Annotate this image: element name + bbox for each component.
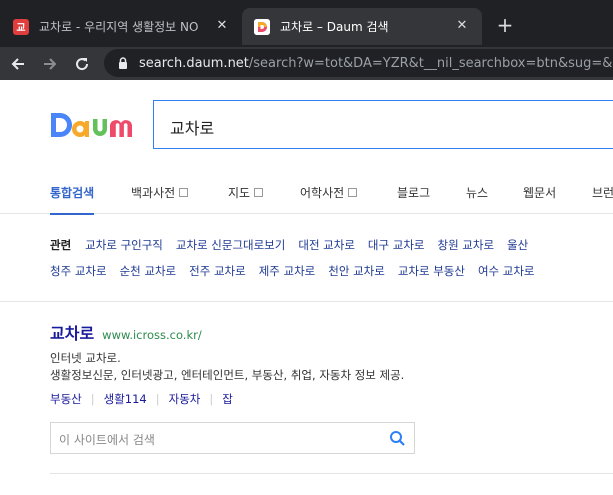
sitelink-car[interactable]: 자동차 xyxy=(169,392,201,406)
result-divider xyxy=(50,473,613,474)
search-icon[interactable] xyxy=(389,430,406,447)
browser-tab-active[interactable]: 교차로 – Daum 검색 ✕ xyxy=(242,8,482,45)
tab-web-docs[interactable]: 웹문서 xyxy=(523,170,556,214)
related-keyword[interactable]: 순천 교차로 xyxy=(120,264,177,278)
close-tab-icon[interactable]: ✕ xyxy=(454,18,470,34)
new-window-checkbox-icon xyxy=(348,187,358,197)
search-result-site: 교차로 www.icross.co.kr/ 인터넷 교차로. 생활정보신문, 인터… xyxy=(50,320,613,454)
lock-icon xyxy=(119,57,127,69)
related-row-2: 청주 교차로 순천 교차로 전주 교차로 제주 교차로 천안 교차로 교차로 부동산 여수 … xyxy=(50,263,548,279)
tab-title: 교차로 – Daum 검색 xyxy=(280,20,389,34)
new-tab-plus-icon[interactable]: + xyxy=(494,14,516,36)
tab-news[interactable]: 뉴스 xyxy=(466,170,488,214)
result-title-link[interactable]: 교차로 xyxy=(50,324,94,343)
related-label: 관련 xyxy=(50,238,72,252)
result-description: 인터넷 교차로. 생활정보신문, 인터넷광고, 엔터테인먼트, 부동산, 취업,… xyxy=(50,351,405,382)
related-keyword[interactable]: 교차로 구인구직 xyxy=(85,238,163,252)
address-bar[interactable]: search.daum.net/search?w=tot&DA=YZR&t__n… xyxy=(104,49,613,77)
sitelink-realestate[interactable]: 부동산 xyxy=(50,392,82,406)
sitelink-job[interactable]: 잡 xyxy=(222,392,233,406)
related-keyword[interactable]: 대전 교차로 xyxy=(298,238,355,252)
search-query-text: 교차로 xyxy=(170,119,215,138)
search-input[interactable]: 교차로 xyxy=(153,100,613,149)
related-keyword[interactable]: 교차로 신문그대로보기 xyxy=(176,238,285,252)
related-keyword[interactable]: 천안 교차로 xyxy=(328,264,385,278)
related-keyword[interactable]: 대구 교차로 xyxy=(368,238,425,252)
search-category-tabs: 통합검색 백과사전 지도 어학사전 블로그 뉴스 웹문서 브런 xyxy=(0,170,613,215)
related-keyword[interactable]: 전주 교차로 xyxy=(189,264,246,278)
related-keyword[interactable]: 제주 교차로 xyxy=(259,264,316,278)
site-search-placeholder: 이 사이트에서 검색 xyxy=(59,433,155,447)
tab-blog[interactable]: 블로그 xyxy=(397,170,430,214)
close-tab-icon[interactable]: ✕ xyxy=(214,18,230,34)
related-keyword[interactable]: 여수 교차로 xyxy=(478,264,535,278)
result-header: 교차로 www.icross.co.kr/ xyxy=(50,320,613,344)
url-text: search.daum.net/search?w=tot&DA=YZR&t__n… xyxy=(139,55,613,71)
related-keyword[interactable]: 울산 xyxy=(507,238,528,252)
daum-search-page: 교차로 통합검색 백과사전 지도 어학사전 블로그 뉴스 웹문서 브런 관련교차… xyxy=(0,80,613,495)
related-searches: 관련 교차로 구인구직 교차로 신문그대로보기 대전 교차로 대구 교차로 창원 교차로 울… xyxy=(0,215,613,302)
tab-encyclopedia[interactable]: 백과사전 xyxy=(131,170,189,214)
kyochario-favicon-icon: 교 xyxy=(13,18,29,35)
related-keyword[interactable]: 교차로 부동산 xyxy=(398,264,465,278)
daum-favicon-icon xyxy=(254,18,270,35)
sitelink-life114[interactable]: 생활114 xyxy=(104,392,147,406)
site-search-input[interactable]: 이 사이트에서 검색 xyxy=(50,422,415,454)
tab-brunch[interactable]: 브런 xyxy=(592,170,613,214)
forward-arrow-icon[interactable] xyxy=(37,51,63,77)
tab-dictionary[interactable]: 어학사전 xyxy=(300,170,358,214)
related-keyword[interactable]: 창원 교차로 xyxy=(437,238,494,252)
new-window-checkbox-icon xyxy=(179,187,189,197)
back-arrow-icon[interactable] xyxy=(5,51,31,77)
related-keyword[interactable]: 청주 교차로 xyxy=(50,264,107,278)
new-window-checkbox-icon xyxy=(254,187,264,197)
tab-map[interactable]: 지도 xyxy=(228,170,264,214)
result-url[interactable]: www.icross.co.kr/ xyxy=(102,328,202,342)
browser-tab-strip: 교 교차로 - 우리지역 생활정보 NO ✕ 교차로 – Daum 검색 ✕ + xyxy=(0,0,613,47)
related-row-1: 관련 교차로 구인구직 교차로 신문그대로보기 대전 교차로 대구 교차로 창원 교차로 울… xyxy=(50,237,541,253)
reload-icon[interactable] xyxy=(69,51,95,77)
browser-tab-inactive[interactable]: 교 교차로 - 우리지역 생활정보 NO ✕ xyxy=(0,8,242,45)
tab-title: 교차로 - 우리지역 생활정보 NO xyxy=(39,20,199,34)
browser-toolbar: search.daum.net/search?w=tot&DA=YZR&t__n… xyxy=(0,47,613,80)
result-sitelinks: 부동산 | 생활114 | 자동차 | 잡 xyxy=(50,392,233,406)
tab-integrated-search[interactable]: 통합검색 xyxy=(50,170,95,215)
daum-logo[interactable] xyxy=(50,109,134,143)
